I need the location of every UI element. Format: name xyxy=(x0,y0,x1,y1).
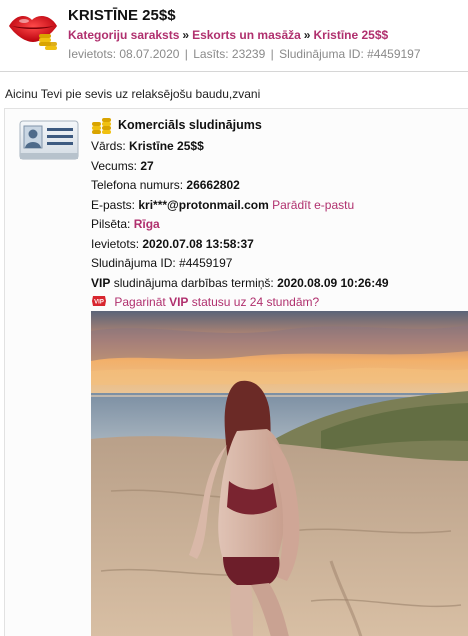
age-label: Vecums: xyxy=(91,158,138,173)
extend-vip-text-vip: VIP xyxy=(169,295,189,309)
breadcrumb-ad-link[interactable]: Kristīne 25$$ xyxy=(313,28,388,42)
ad-heading-row: Komerciāls sludinājums xyxy=(91,115,468,137)
posted-value: 2020.07.08 13:58:37 xyxy=(142,236,254,251)
city-value[interactable]: Rīga xyxy=(134,217,160,231)
breadcrumb-categories-link[interactable]: Kategoriju saraksts xyxy=(68,28,179,42)
breadcrumb-separator: » xyxy=(182,28,190,42)
city-label: Pilsēta: xyxy=(91,217,131,231)
show-email-link[interactable]: Parādīt e-pastu xyxy=(272,198,354,212)
extend-vip-link[interactable]: Pagarināt VIP statusu uz 24 stundām? xyxy=(114,295,319,309)
breadcrumb: Kategoriju saraksts» Eskorts un masāža» Kr… xyxy=(68,28,388,42)
email-label: E-pasts: xyxy=(91,197,136,212)
age-row: Vecums: 27 xyxy=(91,157,468,177)
email-row: E-pasts: kri***@protonmail.com Parādīt e… xyxy=(91,196,468,216)
meta-views: Lasīts: 23239 xyxy=(193,47,266,61)
vip-expiry-value: 2020.08.09 10:26:49 xyxy=(277,275,389,290)
extend-vip-text-pre: Pagarināt xyxy=(114,295,166,309)
vip-prefix: VIP xyxy=(91,275,111,290)
lips-with-coins-icon xyxy=(9,16,57,50)
posted-label: Ievietots: xyxy=(91,236,140,251)
vip-expiry-label: sludinājuma darbības termiņš: xyxy=(113,275,274,290)
coins-icon xyxy=(92,118,111,134)
name-row: Vārds: Kristīne 25$$ xyxy=(91,137,468,157)
ad-photo[interactable] xyxy=(91,311,468,636)
breadcrumb-separator: » xyxy=(303,28,311,42)
ad-meta-line: Ievietots: 08.07.2020 | Lasīts: 23239 | … xyxy=(68,47,421,61)
ad-id-label: Sludinājuma ID: xyxy=(91,256,176,270)
page-header: KRISTĪNE 25$$ Kategoriju saraksts» Eskort… xyxy=(0,0,468,72)
name-label: Vārds: xyxy=(91,139,126,153)
ad-intro-text: Aicinu Tevi pie sevis uz relaksējošu bau… xyxy=(5,87,261,101)
ad-id-value: #4459197 xyxy=(179,256,233,270)
phone-label: Telefona numurs: xyxy=(91,178,184,192)
vip-expiry-row: VIP sludinājuma darbības termiņš: 2020.0… xyxy=(91,274,468,294)
name-value: Kristīne 25$$ xyxy=(129,139,204,153)
ad-details-panel: Komerciāls sludinājums Vārds: Kristīne 2… xyxy=(4,108,468,636)
vip-badge-icon: VIP xyxy=(92,296,106,306)
page-title: KRISTĪNE 25$$ xyxy=(68,7,176,24)
email-value: kri***@protonmail.com xyxy=(138,197,269,212)
meta-ad-id: Sludinājuma ID: #4459197 xyxy=(279,47,421,61)
header-divider xyxy=(0,71,468,72)
ad-info: Komerciāls sludinājums Vārds: Kristīne 2… xyxy=(91,115,468,313)
meta-posted: Ievietots: 08.07.2020 xyxy=(68,47,180,61)
ad-id-row: Sludinājuma ID: #4459197 xyxy=(91,254,468,274)
phone-value: 26662802 xyxy=(186,178,240,192)
extend-vip-text-post: statusu uz 24 stundām? xyxy=(191,295,320,309)
age-value: 27 xyxy=(140,158,154,173)
phone-row: Telefona numurs: 26662802 xyxy=(91,176,468,196)
posted-row: Ievietots: 2020.07.08 13:58:37 xyxy=(91,235,468,255)
contact-card-icon xyxy=(19,120,79,160)
vip-extend-row: VIP Pagarināt VIP statusu uz 24 stundām? xyxy=(91,293,468,313)
ad-heading: Komerciāls sludinājums xyxy=(118,118,262,133)
breadcrumb-escort-link[interactable]: Eskorts un masāža xyxy=(192,28,301,42)
vip-badge-text: VIP xyxy=(94,300,104,306)
city-row: Pilsēta: Rīga xyxy=(91,215,468,235)
